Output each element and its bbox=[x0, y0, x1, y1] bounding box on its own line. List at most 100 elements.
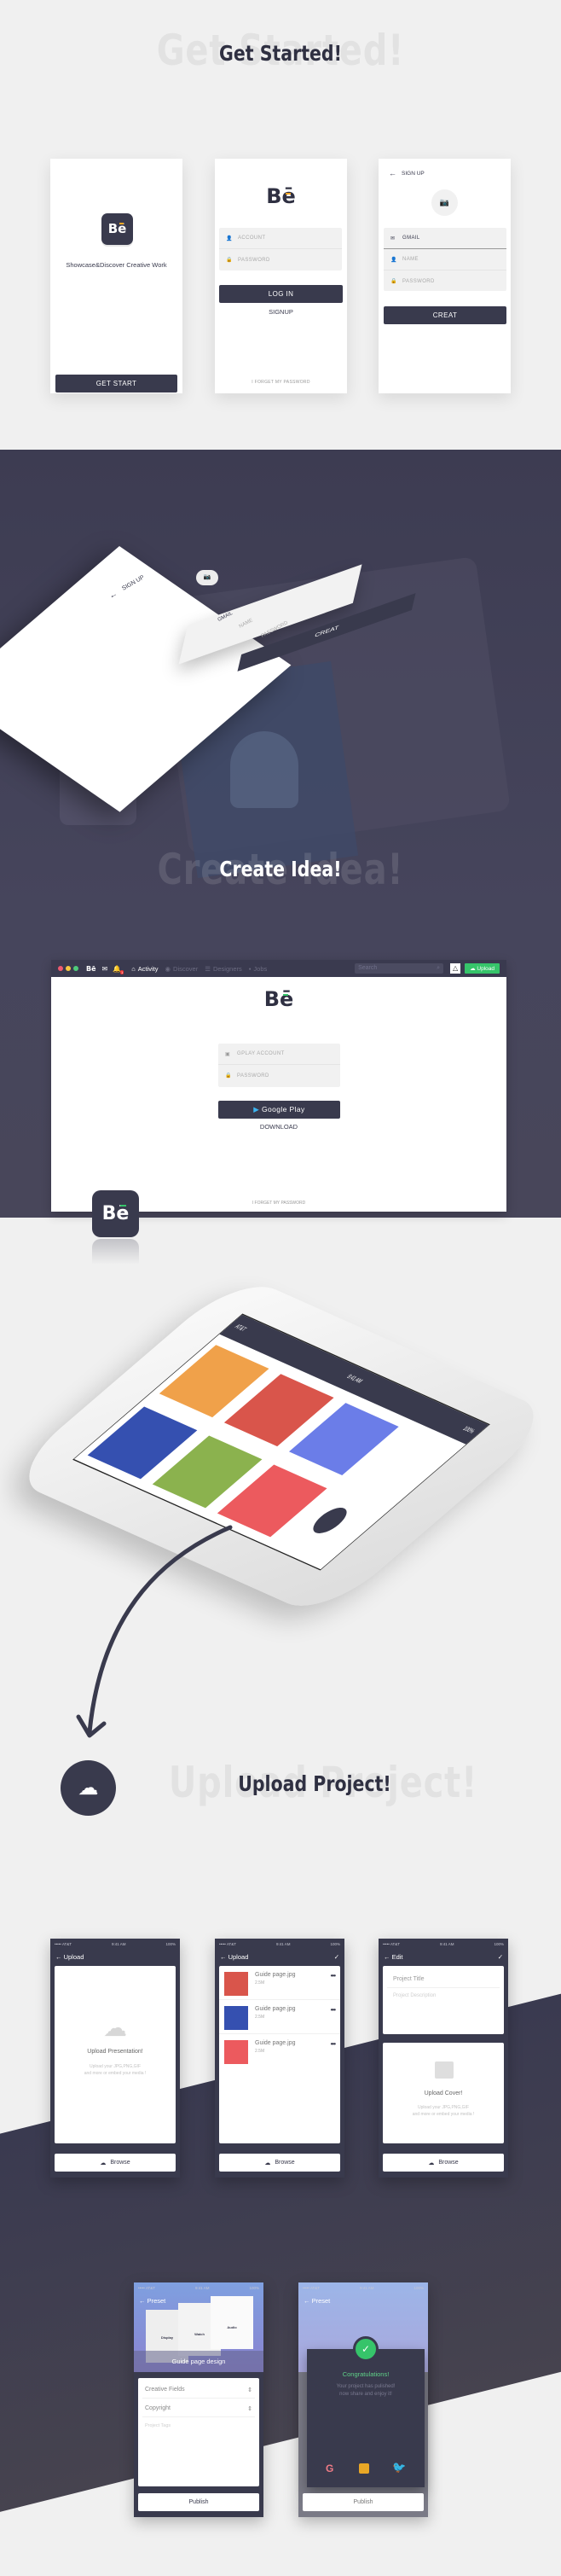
preset-card-audio: Audio bbox=[211, 2296, 253, 2349]
maximize-window-button[interactable] bbox=[73, 966, 78, 971]
nav-discover[interactable]: ◉ Discover bbox=[165, 965, 199, 973]
check-icon[interactable]: ✓ bbox=[498, 1953, 503, 1961]
nav-designers[interactable]: ☰ Designers bbox=[205, 965, 242, 973]
success-message: Your project has pulished! now share and … bbox=[336, 2384, 396, 2397]
login-button[interactable]: LOG IN bbox=[219, 285, 343, 303]
cover-dropzone[interactable]: Upload Cover! Upload your JPG,PNG,GIF and… bbox=[383, 2043, 504, 2143]
project-title-input[interactable]: Project Title bbox=[387, 1966, 500, 1988]
upload-dropzone[interactable]: ☁ Upload Presentation! Upload your JPG,P… bbox=[55, 1966, 176, 2143]
upload-presentation-screen: ••••• AT&T 9:41 AM 100% ← Upload ☁ Upload … bbox=[50, 1939, 180, 2178]
behance-logo[interactable]: Bē bbox=[86, 965, 96, 973]
cover-subtext: Upload your JPG,PNG,GIF and more or embed… bbox=[412, 2105, 475, 2117]
behance-logo: Bē bbox=[266, 184, 296, 208]
download-link[interactable]: DOWNLOAD bbox=[51, 1123, 506, 1131]
more-icon[interactable]: ••• bbox=[331, 2006, 336, 2014]
cloud-icon: ☁ bbox=[264, 2160, 271, 2166]
gmail-input[interactable]: ✉ GMAIL bbox=[384, 228, 506, 249]
ghost-mascot bbox=[230, 731, 298, 808]
status-bar: ••••• AT&T 9:41 AM 100% bbox=[55, 1942, 176, 1946]
back-arrow-icon[interactable]: ← bbox=[139, 2297, 147, 2305]
browser-logo: Bē bbox=[263, 987, 294, 1011]
fab-upload-button[interactable] bbox=[307, 1504, 353, 1537]
file-thumbnail bbox=[224, 1972, 248, 1996]
status-bar: ••••• AT&T 9:41 AM 100% bbox=[138, 2286, 259, 2290]
project-tags-input[interactable]: Project Tags bbox=[138, 2417, 259, 2434]
file-item[interactable]: Guide page.jpg 2.5M ••• bbox=[219, 1966, 340, 2000]
success-check-icon: ✓ bbox=[353, 2336, 379, 2362]
more-icon[interactable]: ••• bbox=[331, 2040, 336, 2048]
edit-project-screen: ••••• AT&T 9:41 AM 100% ← Edit ✓ Project Ti… bbox=[379, 1939, 508, 2178]
back-arrow-icon[interactable]: ← bbox=[220, 1953, 228, 1961]
copyright-select[interactable]: Copyright ⇕ bbox=[142, 2399, 255, 2417]
user-icon: 👤 bbox=[390, 257, 397, 263]
google-play-button[interactable]: ▶ Google Play bbox=[218, 1101, 340, 1119]
search-input[interactable]: Search ⌕ bbox=[355, 963, 444, 974]
gplay-form: ▣ GPLAY ACCOUNT 🔒 PASSWORD bbox=[218, 1044, 340, 1087]
iso-signup-mockup: ← SIGN UP 📷 GMAIL NAME PASSWORD CREAT bbox=[0, 512, 512, 812]
publish-button[interactable]: Publish bbox=[138, 2493, 259, 2511]
avatar-upload[interactable]: 📷 bbox=[431, 189, 458, 216]
status-bar: ••••• AT&T 9:41 AM 100% bbox=[383, 1942, 504, 1946]
creative-fields-select[interactable]: Creative Fields ⇕ bbox=[142, 2378, 255, 2399]
nav-activity[interactable]: ⌂ Activity bbox=[131, 965, 158, 973]
minimize-window-button[interactable] bbox=[66, 966, 71, 971]
back-arrow-icon[interactable]: ← bbox=[389, 169, 396, 177]
signup-title: SIGN UP bbox=[402, 171, 425, 177]
back-arrow-icon[interactable]: ← bbox=[304, 2297, 312, 2305]
splash-screen: Bē Showcase&Discover Creative Work GET S… bbox=[50, 159, 182, 393]
file-item[interactable]: Guide page.jpg 2.5M ••• bbox=[219, 2000, 340, 2034]
adobe-icon[interactable]: △ bbox=[450, 963, 461, 974]
login-screen: Bē 👤 ACCOUNT 🔒 PASSWORD LOG IN SIGNUP I FO… bbox=[215, 159, 347, 393]
google-share-button[interactable]: G bbox=[326, 2463, 333, 2474]
app-icon: Bē bbox=[101, 213, 133, 245]
file-item[interactable]: Guide page.jpg 2.5M ••• bbox=[219, 2034, 340, 2068]
password-input[interactable]: 🔒 PASSWORD bbox=[218, 1065, 340, 1086]
select-arrows-icon: ⇕ bbox=[247, 2406, 252, 2412]
signup-link[interactable]: SIGNUP bbox=[215, 308, 347, 316]
name-input[interactable]: 👤 NAME bbox=[384, 249, 506, 270]
nav-bar: ← Edit ✓ bbox=[384, 1953, 503, 1961]
section-title-get-started: Get Started! bbox=[219, 41, 342, 66]
browse-button[interactable]: ☁ Browse bbox=[219, 2154, 340, 2172]
more-icon[interactable]: ••• bbox=[331, 1972, 336, 1980]
close-window-button[interactable] bbox=[58, 966, 63, 971]
upload-button[interactable]: ☁ Upload bbox=[465, 963, 500, 974]
forgot-password-link[interactable]: I FORGET MY PASSWORD bbox=[215, 380, 347, 385]
user-icon: 👤 bbox=[226, 236, 233, 241]
select-arrows-icon: ⇕ bbox=[247, 2387, 252, 2393]
password-input[interactable]: 🔒 PASSWORD bbox=[384, 270, 506, 292]
notification-badge: 1 bbox=[119, 969, 124, 974]
login-form: 👤 ACCOUNT 🔒 PASSWORD bbox=[219, 228, 342, 270]
iso-camera: 📷 bbox=[196, 570, 218, 585]
success-modal: ✓ Congratulations! Your project has puli… bbox=[307, 2336, 425, 2487]
compass-icon: ◉ bbox=[165, 964, 171, 973]
cloud-upload-icon: ☁ bbox=[103, 2015, 127, 2041]
get-start-button[interactable]: GET START bbox=[55, 375, 177, 393]
nav-jobs[interactable]: ▪ Jobs bbox=[249, 965, 268, 973]
mail-icon: ✉ bbox=[390, 236, 396, 241]
behance-logo: Bē bbox=[107, 221, 127, 236]
instagram-share-button[interactable] bbox=[359, 2463, 369, 2474]
back-arrow-icon[interactable]: ← bbox=[55, 1953, 64, 1961]
project-description-input[interactable]: Project Description bbox=[383, 1988, 504, 2003]
camera-icon: 📷 bbox=[439, 198, 450, 206]
preset-screen: ••••• AT&T 9:41 AM 100% ← Preset Display W… bbox=[134, 2282, 263, 2517]
create-button[interactable]: CREAT bbox=[384, 306, 506, 324]
logo-accent bbox=[283, 994, 288, 996]
browse-button[interactable]: ☁ Browse bbox=[383, 2154, 504, 2172]
publish-form: Creative Fields ⇕ Copyright ⇕ Project Tags bbox=[138, 2378, 259, 2486]
bell-icon[interactable]: 🔔 1 bbox=[113, 965, 124, 974]
lock-icon: 🔒 bbox=[390, 279, 397, 284]
twitter-share-button[interactable]: 🐦 bbox=[392, 2461, 406, 2474]
gplay-account-input[interactable]: ▣ GPLAY ACCOUNT bbox=[218, 1044, 340, 1065]
back-arrow-icon[interactable]: ← bbox=[384, 1953, 392, 1961]
password-input[interactable]: 🔒 PASSWORD bbox=[219, 249, 342, 270]
mail-icon[interactable]: ✉ bbox=[102, 965, 108, 973]
account-input[interactable]: 👤 ACCOUNT bbox=[219, 228, 342, 249]
desktop-browser-window: Bē ✉ 🔔 1 ⌂ Activity ◉ Discover ☰ Designers ▪… bbox=[51, 960, 506, 1212]
app-icon-reflection bbox=[92, 1239, 139, 1265]
browse-button[interactable]: ☁ Browse bbox=[55, 2154, 176, 2172]
check-icon[interactable]: ✓ bbox=[334, 1953, 339, 1961]
publish-button[interactable]: Publish bbox=[303, 2493, 424, 2511]
status-bar: ••••• AT&T 9:41 AM 100% bbox=[219, 1942, 340, 1946]
